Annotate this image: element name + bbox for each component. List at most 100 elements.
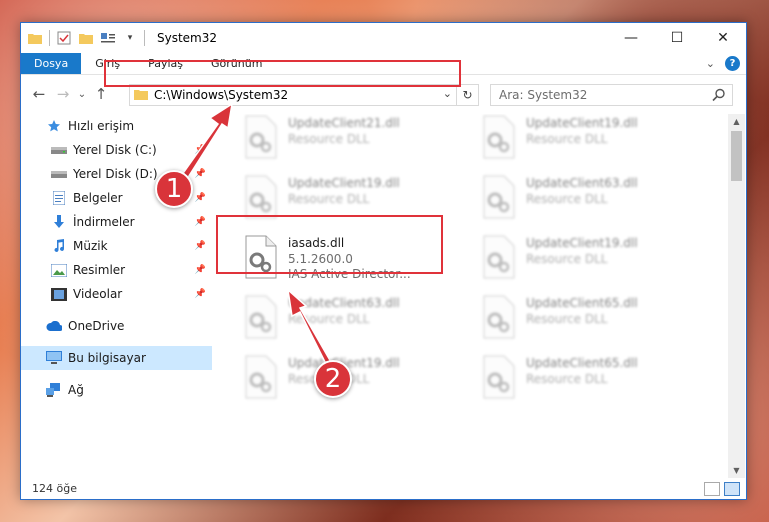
window-title: System32 [157,31,218,45]
sidebar-item-label: Yerel Disk (C:) [73,143,157,157]
tiles-view-icon[interactable] [724,482,740,496]
sidebar-item-local-disk-c[interactable]: Yerel Disk (C:) 📌 [21,138,212,162]
file-name: UpdateClient21.dll [288,116,400,130]
file-name: UpdateClient65.dll [526,296,638,310]
file-name: UpdateClient65.dll [526,356,638,370]
drive-icon [51,166,67,182]
file-description: Resource DLL [526,132,608,146]
expand-ribbon-icon[interactable]: ⌄ [706,57,715,70]
sidebar-item-label: Belgeler [73,191,123,205]
recent-locations-button[interactable]: ⌄ [75,89,89,100]
navigation-pane: Hızlı erişim Yerel Disk (C:) 📌 Yerel Dis… [21,114,212,459]
file-item[interactable]: UpdateClient19.dll Resource DLL [478,114,698,172]
view-switcher [704,482,740,496]
file-description: Resource DLL [526,312,608,326]
dll-file-icon [478,174,522,222]
pin-icon: 📌 [194,145,206,155]
sidebar-item-downloads[interactable]: İndirmeler 📌 [21,210,212,234]
file-description: Resource DLL [288,192,370,206]
scroll-up-icon[interactable]: ▲ [728,114,745,129]
ribbon-right: ⌄ ? [706,56,740,71]
sidebar-item-label: Yerel Disk (D:) [73,167,158,181]
address-highlight-box [104,60,461,87]
step-2-badge: 2 [314,360,352,398]
new-folder-icon[interactable] [78,30,94,46]
sidebar-item-label: İndirmeler [73,215,135,229]
help-icon[interactable]: ? [725,56,740,71]
sidebar-item-label: Videolar [73,287,123,301]
search-box[interactable]: Ara: System32 [490,84,733,106]
window-controls: — ☐ ✕ [608,23,746,53]
pin-icon: 📌 [194,265,206,275]
dll-file-icon [240,114,284,162]
documents-icon [51,190,67,206]
dll-file-icon [478,354,522,402]
scrollbar-thumb[interactable] [731,131,742,181]
downloads-icon [51,214,67,230]
sidebar-item-pictures[interactable]: Resimler 📌 [21,258,212,282]
file-list: UpdateClient21.dll Resource DLL UpdateCli… [226,114,731,459]
file-description: Resource DLL [288,132,370,146]
file-description: Resource DLL [288,312,370,326]
address-path[interactable]: C:\Windows\System32 [154,88,288,102]
pin-icon: 📌 [194,289,206,299]
file-item[interactable]: UpdateClient65.dll Resource DLL [478,294,698,352]
up-button[interactable]: ↑ [89,85,113,103]
back-button[interactable]: ← [27,85,51,103]
file-name: UpdateClient63.dll [288,296,400,310]
title-bar: ▾ System32 — ☐ ✕ [21,23,746,53]
pin-icon: 📌 [194,217,206,227]
rename-icon[interactable] [100,30,116,46]
sidebar-item-label: Bu bilgisayar [68,351,146,365]
close-button[interactable]: ✕ [700,23,746,53]
dll-file-icon [478,114,522,162]
sidebar-item-network[interactable]: Ağ [21,378,212,402]
cloud-icon [46,318,62,334]
address-bar[interactable]: C:\Windows\System32 ⌄ ↻ [129,84,479,106]
file-item[interactable]: UpdateClient65.dll Resource DLL [478,354,698,412]
sidebar-item-this-pc[interactable]: Bu bilgisayar [21,346,212,370]
address-dropdown-icon[interactable]: ⌄ [443,87,452,100]
file-item[interactable]: UpdateClient63.dll Resource DLL [478,174,698,232]
file-item[interactable]: UpdateClient63.dll Resource DLL [240,294,460,352]
tab-file[interactable]: Dosya [21,53,82,74]
details-view-icon[interactable] [704,482,720,496]
scroll-down-icon[interactable]: ▼ [728,463,745,478]
dll-file-icon [240,294,284,342]
item-count: 124 öğe [32,481,77,495]
properties-icon[interactable] [56,30,72,46]
sidebar-item-label: Ağ [68,383,84,397]
pin-icon: 📌 [194,241,206,251]
refresh-button[interactable]: ↻ [456,85,478,105]
toolbar-divider [49,30,50,46]
file-item[interactable]: UpdateClient21.dll Resource DLL [240,114,460,172]
forward-button[interactable]: → [51,85,75,103]
file-item[interactable]: UpdateClient19.dll Resource DLL [478,234,698,292]
vertical-scrollbar[interactable]: ▲ ▼ [728,114,745,478]
network-icon [46,382,62,398]
folder-icon [134,88,148,103]
sidebar-item-music[interactable]: Müzik 📌 [21,234,212,258]
file-description: Resource DLL [526,192,608,206]
drive-icon [51,142,67,158]
minimize-button[interactable]: — [608,23,654,53]
file-name: UpdateClient19.dll [288,176,400,190]
file-description: Resource DLL [526,252,608,266]
sidebar-item-videos[interactable]: Videolar 📌 [21,282,212,306]
music-icon [51,238,67,254]
videos-icon [51,286,67,302]
sidebar-item-onedrive[interactable]: OneDrive [21,314,212,338]
maximize-button[interactable]: ☐ [654,23,700,53]
pin-icon: 📌 [194,169,206,179]
customize-toolbar-icon[interactable]: ▾ [122,30,138,46]
sidebar-item-quick-access[interactable]: Hızlı erişim [21,114,212,138]
file-name: UpdateClient19.dll [526,236,638,250]
sidebar-item-label: OneDrive [68,319,125,333]
sidebar-item-label: Resimler [73,263,126,277]
toolbar-divider [144,30,145,46]
dll-file-icon [240,354,284,402]
pictures-icon [51,262,67,278]
